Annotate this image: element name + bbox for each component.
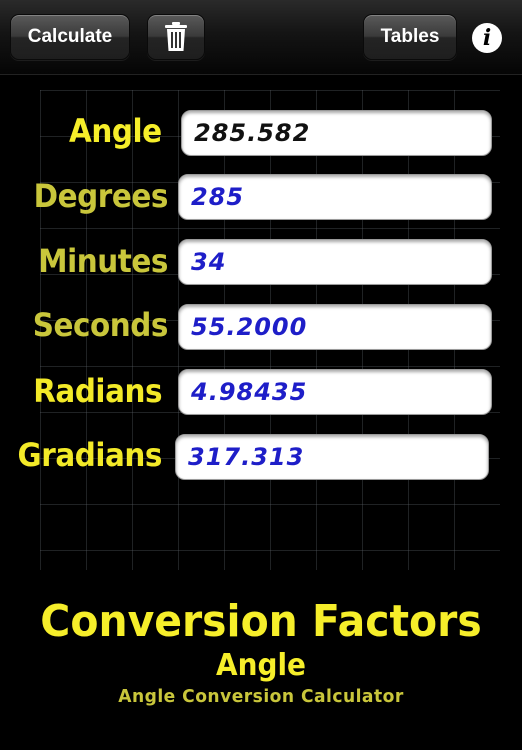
footer-caption: Angle Conversion Calculator [118,686,404,707]
tables-button[interactable]: Tables [363,14,457,60]
angle-label: Angle [69,112,162,150]
info-icon[interactable]: i [472,23,502,53]
seconds-field[interactable]: 55.2000 [178,304,492,350]
clear-button[interactable] [147,14,205,60]
gradians-field[interactable]: 317.313 [175,434,489,480]
degrees-label: Degrees [33,177,169,215]
minutes-label: Minutes [38,242,168,280]
minutes-field[interactable]: 34 [178,239,492,285]
footer-subtitle: Angle [216,648,306,683]
trash-icon [165,22,187,51]
gradians-label: Gradians [17,436,163,474]
angle-field[interactable]: 285.582 [181,110,492,156]
radians-label: Radians [33,372,162,410]
footer-title: Conversion Factors [40,596,482,647]
radians-field[interactable]: 4.98435 [178,369,492,415]
seconds-label: Seconds [32,306,169,344]
degrees-field[interactable]: 285 [178,174,492,220]
calculate-button[interactable]: Calculate [10,14,130,60]
toolbar: Calculate Tables i [0,0,522,75]
